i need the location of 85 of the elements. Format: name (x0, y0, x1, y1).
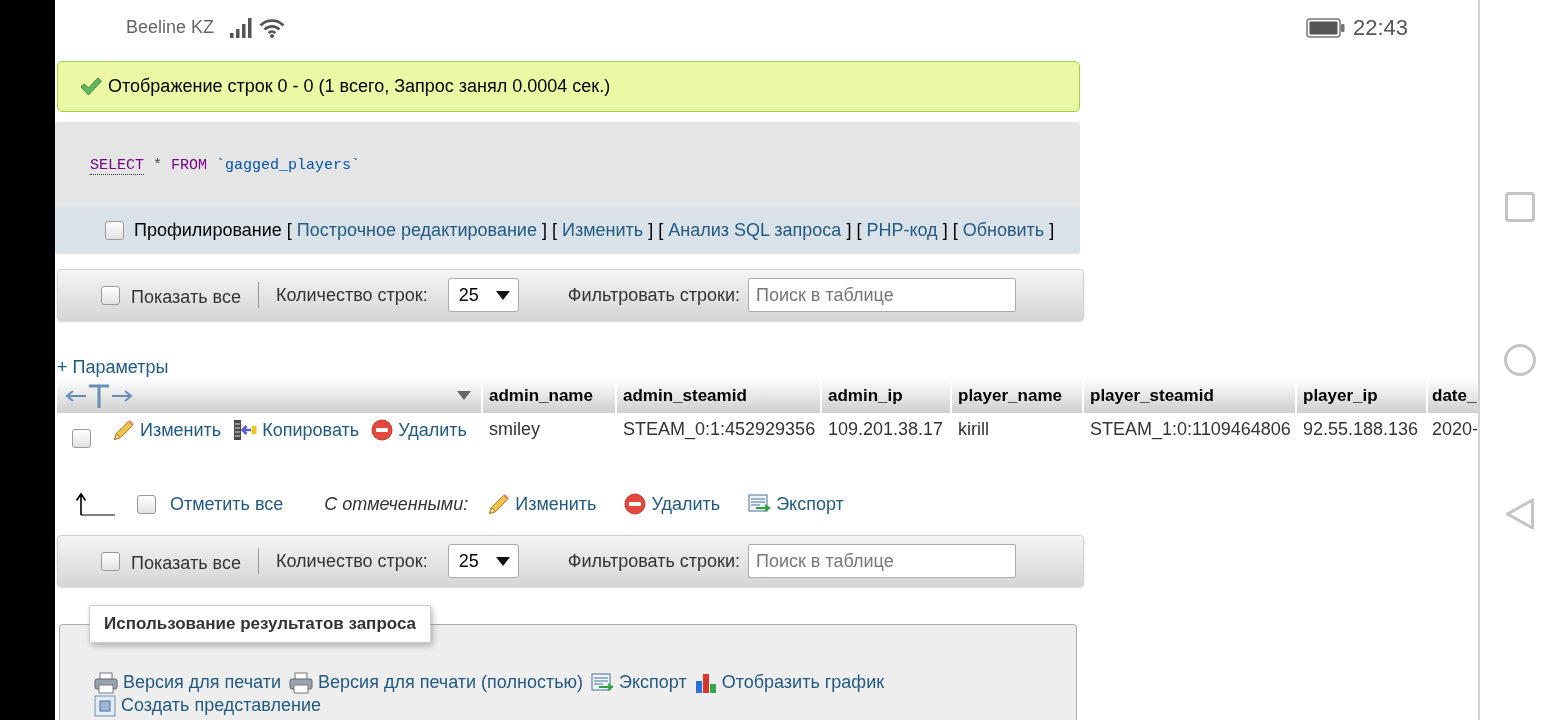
filter-label: Фильтровать строки: (567, 284, 740, 306)
back-icon[interactable] (1505, 498, 1535, 530)
corner-arrow-icon (75, 492, 115, 516)
table-cell-text: STEAM_0:1:452929356 (622, 418, 817, 442)
checkbox[interactable] (101, 285, 120, 305)
delete-link[interactable]: Удалить (624, 493, 721, 515)
window-icon (94, 694, 116, 717)
show-all-label: Показать все (131, 552, 241, 574)
check-all-link[interactable]: Отметить все (170, 493, 284, 515)
insert-arrow-icon (233, 419, 258, 441)
column-header[interactable]: admin_ip (822, 378, 950, 413)
query-action-link[interactable]: Изменить (561, 220, 644, 240)
sql-operator: * (153, 157, 163, 174)
printer-icon (289, 671, 314, 694)
caret-icon (495, 556, 510, 566)
show-all-label: Показать все (131, 286, 241, 308)
create-view-link[interactable]: Создать представление (94, 694, 321, 717)
table-cell-text: STEAM_1:0:1109464806 (1089, 418, 1292, 442)
bracket-text: ] [ (942, 220, 958, 240)
profiling-label: Профилирование (134, 220, 282, 240)
checkbox[interactable] (137, 494, 156, 514)
copy-link[interactable]: Копировать (233, 419, 360, 441)
sql-keyword-link[interactable]: SELECT (90, 157, 144, 175)
query-action-link[interactable]: Обновить (962, 220, 1045, 240)
query-action-link[interactable]: PHP-код (866, 220, 938, 240)
bracket-text: ] [ (846, 220, 862, 240)
column-header[interactable]: date_ (1428, 378, 1478, 413)
pencil-icon (488, 493, 511, 515)
table-cell-text: 109.201.38.17 (827, 418, 945, 441)
check-icon (80, 77, 102, 96)
t-arrows-icon[interactable] (65, 382, 133, 409)
bracket-text: ] [ (541, 220, 557, 240)
rows-select[interactable]: 25 (447, 544, 519, 578)
bracket-text: ] [ (648, 220, 664, 240)
column-header[interactable]: player_ip (1297, 378, 1426, 413)
checkbox[interactable] (72, 429, 91, 448)
table-cell-text: 92.55.188.136 (1302, 418, 1420, 441)
home-icon[interactable] (1504, 344, 1536, 376)
rows-select[interactable]: 25 (447, 278, 519, 312)
minus-circle-icon (624, 493, 647, 515)
export-link[interactable]: Экспорт (748, 493, 844, 515)
export-link[interactable]: Экспорт (591, 671, 687, 694)
filter-input[interactable]: Поиск в таблице (748, 278, 1016, 312)
table-cell-text: 2020- (1431, 418, 1478, 441)
edit-link[interactable]: Изменить (113, 419, 222, 441)
checkbox[interactable] (105, 221, 124, 240)
minus-circle-icon (371, 419, 394, 441)
table-cell-text: kirill (957, 418, 990, 441)
sql-keyword: FROM (171, 157, 208, 174)
bracket-text: [ (286, 220, 292, 240)
caret-icon (495, 290, 510, 300)
table-cell-text: smiley (488, 418, 541, 441)
wifi-icon (259, 17, 286, 38)
edit-link[interactable]: Изменить (488, 493, 597, 515)
caret-icon[interactable] (457, 391, 471, 400)
query-action-link[interactable]: Построчное редактирование (296, 220, 537, 240)
printer-icon (94, 671, 118, 694)
column-header[interactable]: admin_steamid (617, 378, 820, 413)
rows-label: Количество строк: (275, 550, 428, 572)
chart-link[interactable]: Отобразить график (694, 671, 885, 694)
filter-label: Фильтровать строки: (567, 550, 740, 572)
column-header[interactable]: admin_name (483, 378, 615, 413)
sql-table-name: `gagged_players` (216, 157, 361, 174)
recents-square-icon[interactable] (1505, 192, 1535, 222)
bracket-text: ] (1049, 220, 1055, 240)
options-link[interactable]: + Параметры (57, 357, 169, 378)
delete-link[interactable]: Удалить (371, 419, 467, 441)
sheet-arrow-icon (748, 494, 772, 514)
query-action-link[interactable]: Анализ SQL запроса (668, 220, 842, 240)
column-header[interactable]: player_name (952, 378, 1082, 413)
checkbox[interactable] (101, 551, 120, 571)
carrier-name: Beeline KZ (126, 17, 215, 38)
panel-legend: Использование результатов запроса (89, 605, 432, 643)
print-link[interactable]: Версия для печати (полностью) (289, 671, 583, 694)
message-text: Отображение строк 0 - 0 (1 всего, Запрос занял 0.0004 сек.) (108, 76, 611, 97)
filter-input[interactable]: Поиск в таблице (748, 544, 1016, 578)
pencil-icon (113, 419, 135, 441)
battery-icon (1305, 17, 1345, 38)
bar-chart-icon (694, 671, 717, 694)
column-header[interactable]: player_steamid (1084, 378, 1295, 413)
clock-time: 22:43 (1352, 14, 1408, 41)
print-link[interactable]: Версия для печати (94, 671, 282, 694)
signal-icon (230, 17, 253, 38)
rows-label: Количество строк: (275, 284, 428, 306)
with-selected-label: С отмеченными: (324, 493, 469, 515)
